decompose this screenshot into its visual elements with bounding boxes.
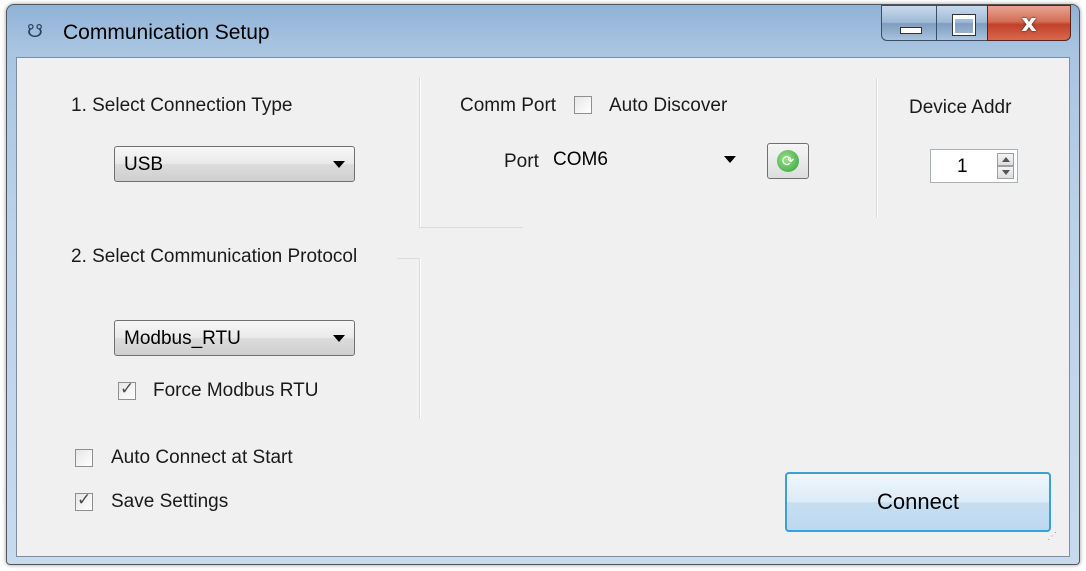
minimize-icon bbox=[900, 27, 922, 34]
connection-type-select[interactable]: USB bbox=[114, 146, 355, 182]
auto-connect-label: Auto Connect at Start bbox=[111, 447, 293, 468]
connection-type-value: USB bbox=[124, 154, 164, 175]
refresh-icon: ⟳ bbox=[777, 150, 799, 172]
chevron-down-icon bbox=[724, 156, 736, 163]
connection-type-label: 1. Select Connection Type bbox=[71, 95, 293, 116]
title-bar[interactable]: ☋ Communication Setup x bbox=[7, 5, 1079, 57]
maximize-button[interactable] bbox=[936, 5, 988, 41]
communication-setup-window: ☋ Communication Setup x 1. Select Connec… bbox=[6, 4, 1080, 565]
force-modbus-label: Force Modbus RTU bbox=[153, 380, 319, 401]
stepper-buttons bbox=[997, 153, 1014, 179]
window-title: Communication Setup bbox=[63, 21, 270, 44]
comm-port-label: Comm Port bbox=[460, 95, 557, 116]
device-addr-label: Device Addr bbox=[909, 97, 1012, 118]
group-divider bbox=[419, 258, 421, 418]
stepper-up-button[interactable] bbox=[997, 153, 1014, 166]
force-modbus-checkbox[interactable]: ✓ bbox=[118, 379, 136, 400]
group-divider bbox=[397, 258, 419, 259]
port-label: Port bbox=[504, 151, 539, 172]
protocol-label: 2. Select Communication Protocol bbox=[71, 246, 358, 267]
save-settings-checkbox[interactable]: ✓ bbox=[75, 490, 93, 511]
group-divider bbox=[419, 227, 523, 228]
close-icon: x bbox=[1021, 9, 1037, 37]
minimize-button[interactable] bbox=[881, 5, 937, 41]
protocol-value: Modbus_RTU bbox=[124, 328, 241, 349]
chevron-down-icon bbox=[333, 161, 345, 168]
device-addr-value: 1 bbox=[957, 156, 968, 177]
resize-grip-icon[interactable]: ⋰ bbox=[1047, 531, 1057, 542]
auto-discover-checkbox[interactable] bbox=[574, 96, 592, 114]
auto-discover-label: Auto Discover bbox=[609, 95, 728, 116]
client-area: 1. Select Connection Type USB Comm Port … bbox=[16, 57, 1070, 557]
port-value: COM6 bbox=[553, 149, 608, 170]
checkmark-icon: ✓ bbox=[77, 490, 92, 510]
stepper-down-button[interactable] bbox=[997, 166, 1014, 179]
maximize-icon bbox=[952, 14, 976, 36]
port-select[interactable]: COM6 bbox=[549, 142, 745, 178]
plug-icon: ☋ bbox=[27, 21, 43, 41]
auto-connect-checkbox[interactable] bbox=[75, 449, 93, 467]
group-divider bbox=[419, 78, 421, 228]
chevron-down-icon bbox=[333, 335, 345, 342]
save-settings-label: Save Settings bbox=[111, 491, 229, 512]
refresh-ports-button[interactable]: ⟳ bbox=[767, 143, 809, 179]
connect-button[interactable]: Connect bbox=[785, 472, 1051, 532]
close-button[interactable]: x bbox=[987, 5, 1071, 41]
checkmark-icon: ✓ bbox=[120, 379, 135, 399]
device-addr-stepper[interactable]: 1 bbox=[930, 149, 1018, 183]
group-divider bbox=[876, 78, 878, 218]
protocol-select[interactable]: Modbus_RTU bbox=[114, 320, 355, 356]
